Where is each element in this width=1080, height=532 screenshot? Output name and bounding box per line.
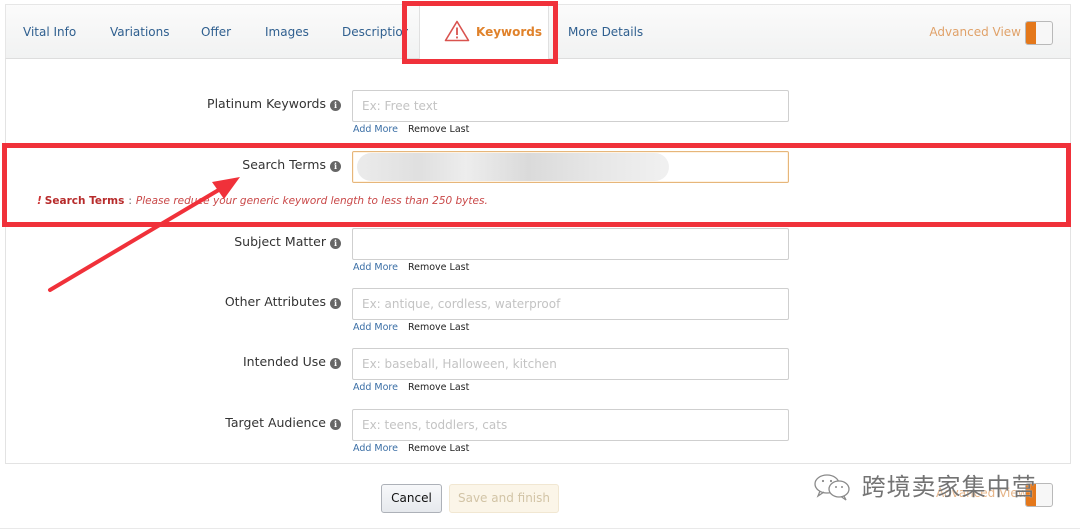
- tab-offer[interactable]: Offer: [201, 5, 231, 59]
- target-audience-label: Target Audience i: [225, 415, 341, 430]
- platinum-keywords-links: Add More Remove Last: [353, 124, 469, 135]
- info-icon[interactable]: i: [330, 100, 341, 111]
- info-icon[interactable]: i: [330, 419, 341, 430]
- tab-keywords-label: Keywords: [476, 25, 543, 39]
- info-icon[interactable]: i: [330, 238, 341, 249]
- other-attributes-label: Other Attributes i: [225, 294, 341, 309]
- subject-matter-input[interactable]: [352, 228, 789, 260]
- footer-divider: [0, 528, 1080, 529]
- intended-use-label: Intended Use i: [243, 354, 341, 369]
- intended-use-input[interactable]: [352, 348, 789, 380]
- warning-icon: [444, 20, 470, 42]
- remove-last-link[interactable]: Remove Last: [408, 124, 469, 135]
- platinum-keywords-input[interactable]: [352, 90, 789, 122]
- tab-vital-info[interactable]: Vital Info: [23, 5, 76, 59]
- target-audience-input[interactable]: [352, 409, 789, 441]
- wechat-icon: [814, 474, 850, 501]
- target-audience-links: Add More Remove Last: [353, 443, 469, 454]
- tab-variations[interactable]: Variations: [110, 5, 170, 59]
- other-attributes-links: Add More Remove Last: [353, 322, 469, 333]
- remove-last-link[interactable]: Remove Last: [408, 262, 469, 273]
- platinum-keywords-label: Platinum Keywords i: [207, 96, 341, 111]
- tab-more-details[interactable]: More Details: [568, 5, 643, 59]
- info-icon[interactable]: i: [330, 298, 341, 309]
- remove-last-link[interactable]: Remove Last: [408, 322, 469, 333]
- tab-bar: Vital Info Variations Offer Images Descr…: [5, 4, 1071, 61]
- add-more-link[interactable]: Add More: [353, 262, 398, 273]
- tab-keywords[interactable]: Keywords: [419, 5, 549, 61]
- redacted-search-terms-value: [357, 153, 669, 181]
- watermark-text: 跨境卖家集中营: [861, 473, 1037, 501]
- subject-matter-links: Add More Remove Last: [353, 262, 469, 273]
- add-more-link[interactable]: Add More: [353, 322, 398, 333]
- search-terms-label: Search Terms i: [242, 157, 341, 172]
- remove-last-link[interactable]: Remove Last: [408, 443, 469, 454]
- advanced-view-toggle[interactable]: [1025, 21, 1053, 45]
- search-terms-error-message: ! Search Terms: Please reduce your generic…: [37, 195, 488, 207]
- intended-use-links: Add More Remove Last: [353, 382, 469, 393]
- subject-matter-label: Subject Matter i: [234, 234, 341, 249]
- add-more-link[interactable]: Add More: [353, 382, 398, 393]
- advanced-view-label: Advanced View: [929, 25, 1021, 39]
- error-icon: !: [37, 195, 42, 207]
- tab-images[interactable]: Images: [265, 5, 309, 59]
- tab-description[interactable]: Description: [342, 5, 408, 59]
- cancel-button[interactable]: Cancel: [381, 484, 442, 513]
- other-attributes-input[interactable]: [352, 288, 789, 320]
- toggle-knob: [1026, 22, 1036, 44]
- info-icon[interactable]: i: [330, 358, 341, 369]
- remove-last-link[interactable]: Remove Last: [408, 382, 469, 393]
- add-more-link[interactable]: Add More: [353, 443, 398, 454]
- save-and-finish-button[interactable]: Save and finish: [449, 484, 559, 513]
- info-icon[interactable]: i: [330, 161, 341, 172]
- add-more-link[interactable]: Add More: [353, 124, 398, 135]
- watermark: 跨境卖家集中营: [812, 470, 1037, 502]
